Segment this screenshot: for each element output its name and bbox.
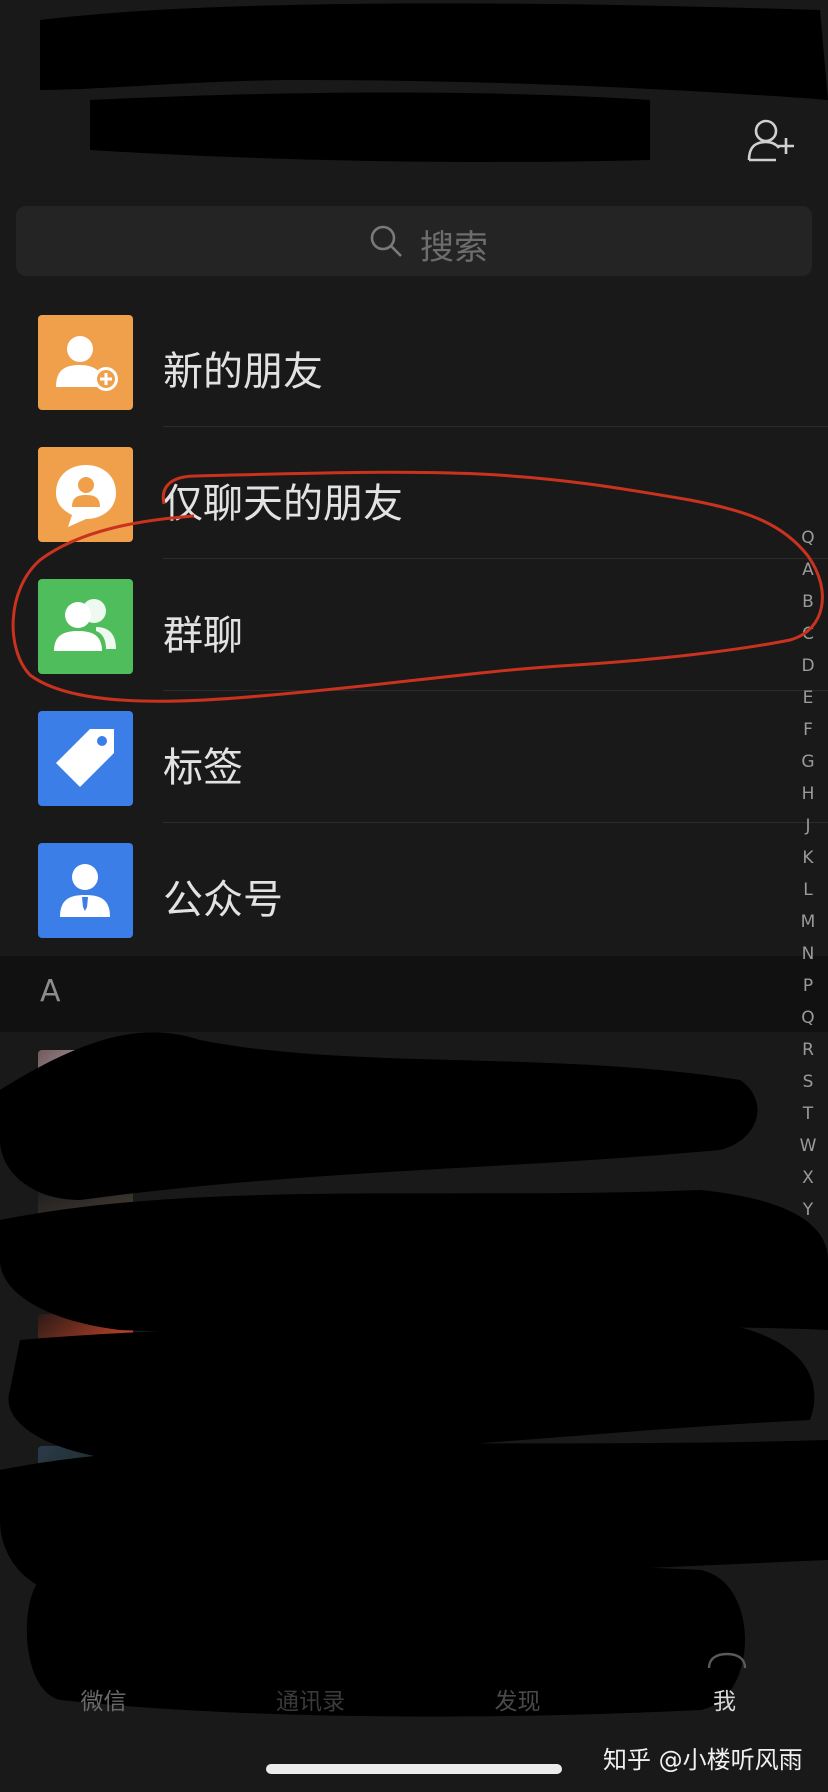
search-icon [370, 225, 402, 257]
index-letter[interactable]: G [796, 746, 820, 778]
official-account-icon [60, 864, 110, 917]
avatar [38, 1314, 133, 1409]
list-item[interactable] [0, 1428, 828, 1560]
list-item[interactable]: 鞋（恪守 [0, 1296, 828, 1428]
section-header: A [0, 956, 828, 1032]
index-letter[interactable]: F [796, 714, 820, 746]
contact-name: 鞋（恪守 [163, 1346, 323, 1392]
official-accounts-row[interactable]: 公众号 [0, 823, 828, 955]
group-chats-icon-tile [38, 579, 133, 674]
tab-chats-label: 微信 [80, 1689, 127, 1715]
list-item[interactable]: 阿凡达 purpo [0, 1032, 828, 1164]
section-letter: A [40, 974, 61, 1009]
tab-me[interactable]: 我 [621, 1610, 828, 1720]
index-letter[interactable]: M [796, 906, 820, 938]
tab-discover[interactable]: 发现 [414, 1610, 621, 1720]
tags-icon-tile [38, 711, 133, 806]
page-title: 通讯录 [364, 125, 464, 164]
me-icon [707, 1652, 747, 1669]
index-letter[interactable]: W [796, 1130, 820, 1162]
index-letter[interactable]: Y [796, 1194, 820, 1226]
index-letter[interactable]: Z [796, 1226, 820, 1258]
new-friends-icon-tile [38, 315, 133, 410]
tab-chats[interactable]: 微信 [0, 1610, 207, 1720]
add-friend-icon[interactable] [746, 118, 796, 162]
index-letter[interactable]: J [796, 810, 820, 842]
index-letter[interactable]: Q [796, 522, 820, 554]
index-letter[interactable]: Q [796, 1002, 820, 1034]
index-letter[interactable]: B [796, 586, 820, 618]
chat-only-friends-icon-tile [38, 447, 133, 542]
contact-name: A古秦 [163, 1214, 271, 1260]
add-contact-icon [56, 336, 118, 391]
tags-label: 标签 [163, 745, 243, 791]
tab-discover-label: 发现 [494, 1689, 541, 1715]
index-letter[interactable]: X [796, 1162, 820, 1194]
contacts-screen: 2 通讯录 搜索 新的朋友 仅聊天的朋友 群聊 标签 公众号 A 阿凡达 pur… [0, 0, 828, 1792]
official-accounts-label: 公众号 [163, 877, 283, 923]
index-letter[interactable]: H [796, 778, 820, 810]
index-letter[interactable]: R [796, 1034, 820, 1066]
avatar [38, 1446, 133, 1541]
index-letter[interactable]: S [796, 1066, 820, 1098]
index-letter[interactable]: N [796, 938, 820, 970]
status-time: 2 [44, 30, 64, 65]
new-friends-row[interactable]: 新的朋友 [0, 295, 828, 427]
watermark: 知乎 @小楼听风雨 [603, 1746, 803, 1774]
home-indicator[interactable] [266, 1764, 562, 1774]
index-letter[interactable]: E [796, 682, 820, 714]
index-letter[interactable]: D [796, 650, 820, 682]
tab-contacts[interactable]: 通讯录 [207, 1610, 414, 1720]
tab-contacts-label: 通讯录 [276, 1689, 345, 1715]
index-letter[interactable]: A [796, 554, 820, 586]
chat-only-friend-icon [56, 465, 116, 527]
group-chat-icon [54, 599, 116, 651]
official-accounts-icon-tile [38, 843, 133, 938]
tab-me-label: 我 [713, 1689, 736, 1715]
new-friends-label: 新的朋友 [163, 349, 323, 395]
index-letter[interactable]: T [796, 1098, 820, 1130]
avatar [38, 1182, 133, 1277]
contact-list: 阿凡达 purpo A古秦 鞋（恪守 [0, 1032, 828, 1560]
group-chats-label: 群聊 [163, 613, 243, 659]
index-letter[interactable]: P [796, 970, 820, 1002]
index-letter[interactable]: C [796, 618, 820, 650]
search-bar[interactable]: 搜索 [16, 206, 812, 276]
group-chats-row[interactable]: 群聊 [0, 559, 828, 691]
contact-name: 阿凡达 purpo [163, 1082, 413, 1128]
index-letter[interactable]: K [796, 842, 820, 874]
index-letter[interactable]: L [796, 874, 820, 906]
tag-icon [56, 729, 114, 787]
feature-list: 新的朋友 仅聊天的朋友 群聊 标签 公众号 [0, 295, 828, 955]
tags-row[interactable]: 标签 [0, 691, 828, 823]
chat-only-friends-label: 仅聊天的朋友 [163, 481, 403, 527]
alphabet-index-bar[interactable]: QABCDEFGHJKLMNPQRSTWXYZ [796, 522, 820, 1258]
list-item[interactable]: A古秦 [0, 1164, 828, 1296]
search-label: 搜索 [420, 228, 488, 268]
chat-only-friends-row[interactable]: 仅聊天的朋友 [0, 427, 828, 559]
avatar [38, 1050, 133, 1145]
